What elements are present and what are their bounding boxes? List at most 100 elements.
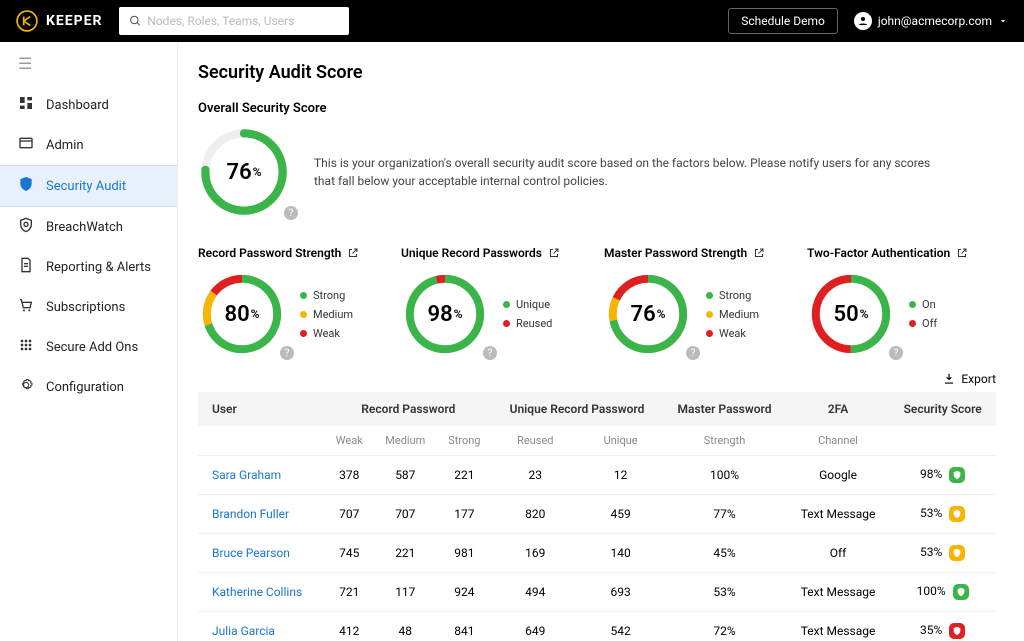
- download-icon: [942, 372, 956, 386]
- user-email: john@acmecorp.com: [878, 14, 992, 28]
- sidebar-item-reporting-alerts[interactable]: Reporting & Alerts: [0, 247, 177, 287]
- sidebar-item-subscriptions[interactable]: Subscriptions: [0, 287, 177, 327]
- sidebar-item-label: BreachWatch: [46, 220, 123, 235]
- score-badge-icon: [949, 506, 965, 522]
- help-icon[interactable]: ?: [889, 346, 903, 360]
- grid-icon: [18, 337, 34, 357]
- user-link[interactable]: Bruce Pearson: [198, 534, 325, 573]
- schedule-demo-button[interactable]: Schedule Demo: [728, 8, 838, 34]
- help-icon[interactable]: ?: [284, 206, 298, 220]
- user-link[interactable]: Sara Graham: [198, 456, 325, 495]
- gear-icon: [18, 377, 34, 397]
- metric-donut: 50%?: [807, 270, 895, 358]
- legend-item: Medium: [300, 308, 353, 321]
- card-title: Two-Factor Authentication: [807, 246, 996, 260]
- legend: Strong Medium Weak: [300, 289, 353, 340]
- sidebar-item-label: Subscriptions: [46, 300, 125, 315]
- metric-donut: 80%?: [198, 270, 286, 358]
- audit-table: User Record Password Unique Record Passw…: [198, 392, 996, 641]
- metric-cards: Record Password Strength 80%? Strong Medium…: [198, 246, 996, 358]
- sidebar-item-label: Dashboard: [46, 98, 109, 113]
- metric-card-2: Master Password Strength76%?StrongMedium…: [604, 246, 793, 358]
- sidebar-item-admin[interactable]: Admin: [0, 125, 177, 165]
- overall-score-label: Overall Security Score: [198, 101, 996, 116]
- sidebar-item-secure-add-ons[interactable]: Secure Add Ons: [0, 327, 177, 367]
- legend: Unique Reused: [503, 298, 552, 330]
- legend-item: On: [909, 298, 937, 311]
- shield-icon: [18, 176, 34, 196]
- card-title: Unique Record Passwords: [401, 246, 590, 260]
- dashboard-icon: [18, 95, 34, 115]
- sidebar-item-label: Admin: [46, 138, 84, 153]
- user-link[interactable]: Katherine Collins: [198, 573, 325, 612]
- user-link[interactable]: Brandon Fuller: [198, 495, 325, 534]
- col-score[interactable]: Security Score: [889, 392, 996, 426]
- legend-item: Weak: [706, 327, 759, 340]
- table-subheader-row: Weak Medium Strong Reused Unique Strengt…: [198, 426, 996, 456]
- cart-icon: [18, 297, 34, 317]
- sidebar-item-breachwatch[interactable]: BreachWatch: [0, 207, 177, 247]
- keeper-logo-icon: [16, 10, 38, 32]
- page-title: Security Audit Score: [198, 62, 996, 83]
- report-icon: [18, 257, 34, 277]
- col-record-password[interactable]: Record Password: [325, 392, 492, 426]
- search-input[interactable]: [147, 14, 338, 28]
- chevron-down-icon: [998, 16, 1008, 26]
- overall-score-donut: 76% ?: [198, 126, 290, 218]
- legend-item: Reused: [503, 317, 552, 330]
- table-row: Bruce Pearson 745221981 169140 45%Off 53…: [198, 534, 996, 573]
- popout-icon[interactable]: [956, 247, 968, 259]
- user-link[interactable]: Julia Garcia: [198, 612, 325, 641]
- overall-score-row: 76% ? This is your organization's overal…: [198, 126, 996, 218]
- help-icon[interactable]: ?: [483, 346, 497, 360]
- help-icon[interactable]: ?: [280, 346, 294, 360]
- popout-icon[interactable]: [753, 247, 765, 259]
- overall-description: This is your organization's overall secu…: [314, 154, 954, 190]
- legend-item: Unique: [503, 298, 552, 311]
- card-title: Master Password Strength: [604, 246, 793, 260]
- card-title: Record Password Strength: [198, 246, 387, 260]
- metric-card-0: Record Password Strength 80%? Strong Medium…: [198, 246, 387, 358]
- legend-item: Weak: [300, 327, 353, 340]
- table-row: Sara Graham 378587221 2312 100%Google 98…: [198, 456, 996, 495]
- brand-logo: KEEPER: [16, 10, 103, 32]
- brand-name: KEEPER: [46, 13, 103, 29]
- score-badge-icon: [949, 545, 965, 561]
- legend-item: Off: [909, 317, 937, 330]
- sidebar-item-label: Reporting & Alerts: [46, 260, 151, 275]
- legend-item: Medium: [706, 308, 759, 321]
- col-user[interactable]: User: [198, 392, 325, 426]
- legend: Strong Medium Weak: [706, 289, 759, 340]
- legend: On Off: [909, 298, 937, 330]
- export-button[interactable]: Export: [942, 372, 996, 386]
- table-row: Julia Garcia 41248841 649542 72%Text Mes…: [198, 612, 996, 641]
- col-master-password[interactable]: Master Password: [662, 392, 786, 426]
- popout-icon[interactable]: [548, 247, 560, 259]
- sidebar-item-label: Secure Add Ons: [46, 340, 138, 355]
- metric-card-3: Two-Factor Authentication 50%? On Off: [807, 246, 996, 358]
- score-badge-icon: [953, 584, 969, 600]
- metric-donut: 98%?: [401, 270, 489, 358]
- legend-item: Strong: [300, 289, 353, 302]
- metric-card-1: Unique Record Passwords 98%? Unique Reused: [401, 246, 590, 358]
- search-box[interactable]: [119, 7, 349, 35]
- sidebar: ☰ Dashboard Admin Security Audit BreachWatc…: [0, 42, 178, 641]
- col-2fa[interactable]: 2FA: [787, 392, 890, 426]
- sidebar-item-dashboard[interactable]: Dashboard: [0, 85, 177, 125]
- legend-item: Strong: [706, 289, 759, 302]
- popout-icon[interactable]: [347, 247, 359, 259]
- score-badge-icon: [949, 467, 965, 483]
- col-unique-password[interactable]: Unique Record Password: [492, 392, 663, 426]
- sidebar-item-label: Configuration: [46, 380, 124, 395]
- table-header-row: User Record Password Unique Record Passw…: [198, 392, 996, 426]
- score-badge-icon: [949, 623, 965, 639]
- sidebar-item-configuration[interactable]: Configuration: [0, 367, 177, 407]
- search-icon: [129, 14, 142, 28]
- sidebar-item-security-audit[interactable]: Security Audit: [0, 165, 177, 207]
- user-menu[interactable]: john@acmecorp.com: [854, 12, 1008, 30]
- hamburger-icon[interactable]: ☰: [0, 54, 177, 85]
- avatar-icon: [854, 12, 872, 30]
- admin-icon: [18, 135, 34, 155]
- breach-icon: [18, 217, 34, 237]
- help-icon[interactable]: ?: [686, 346, 700, 360]
